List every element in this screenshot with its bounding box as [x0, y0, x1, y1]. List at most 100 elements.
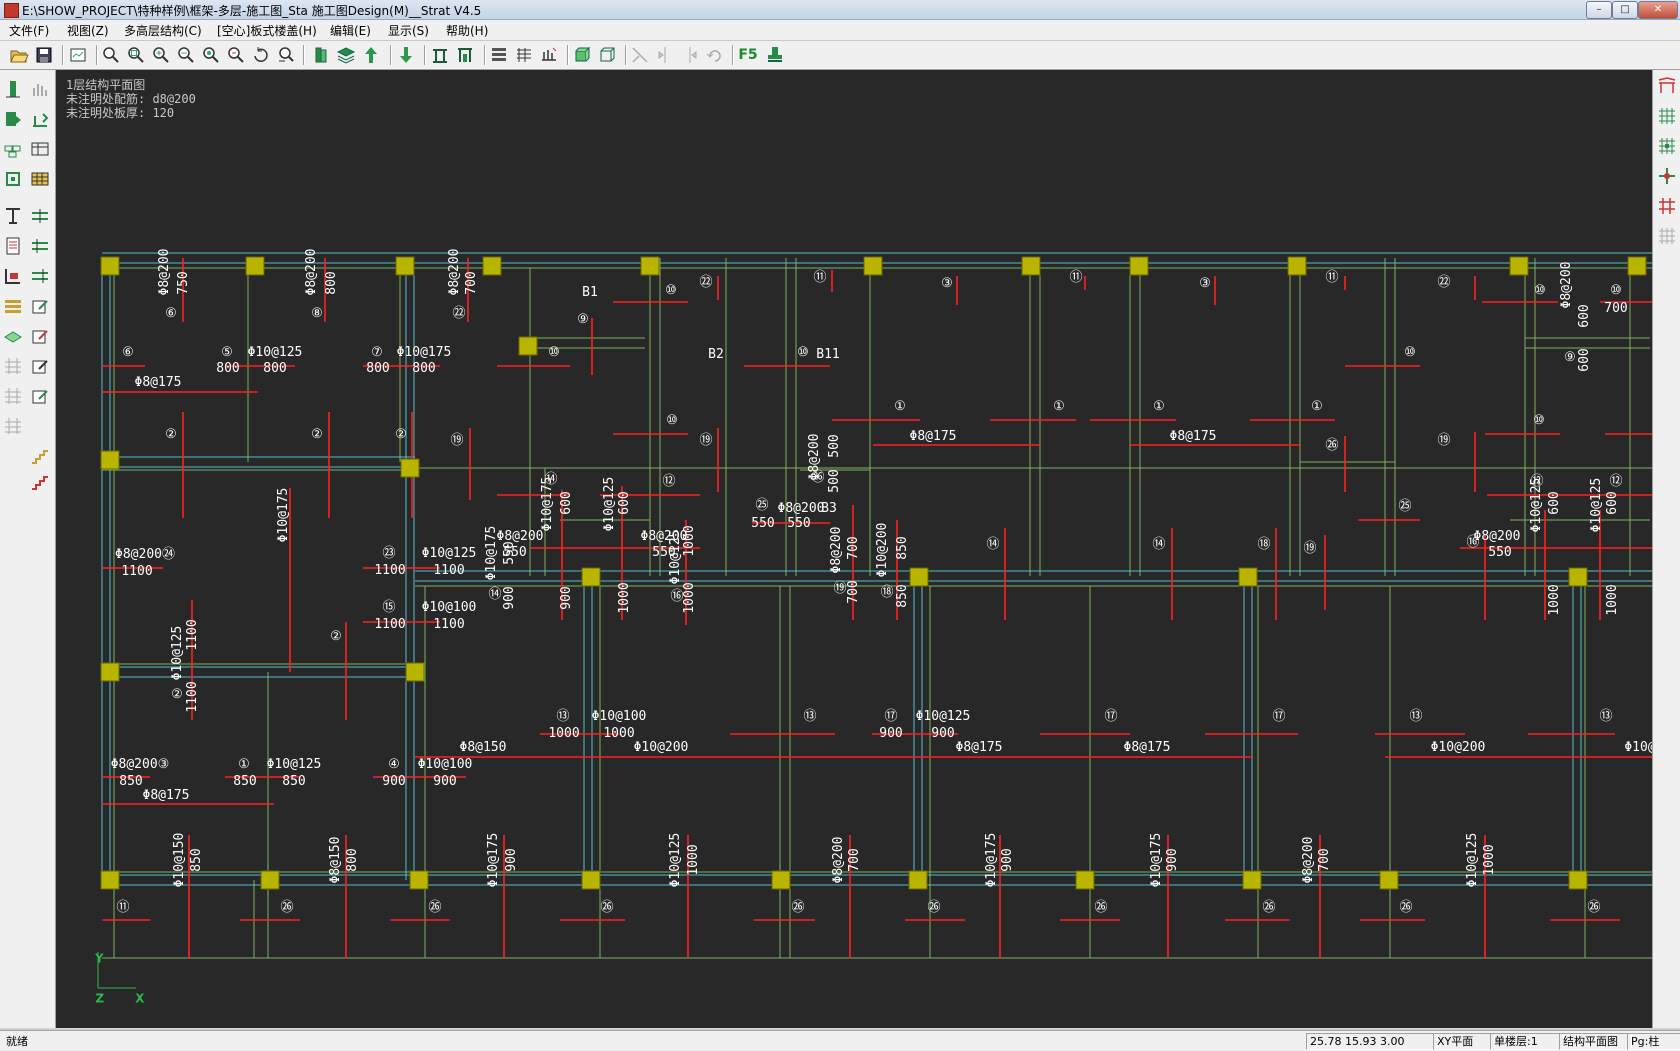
drawing-label: ⑰ [1272, 709, 1285, 724]
wall-tool-icon[interactable] [2, 205, 24, 227]
trim-icon[interactable] [629, 44, 651, 66]
export-tool-icon[interactable] [29, 108, 51, 130]
beam-tool-icon[interactable] [2, 108, 24, 130]
mirror-right-icon[interactable] [679, 44, 701, 66]
column-icon[interactable] [429, 44, 451, 66]
f5-refresh-button[interactable]: F5 [737, 44, 759, 66]
drawing-label: Φ10@175 [984, 833, 999, 888]
maximize-button[interactable]: □ [1612, 1, 1638, 19]
drawing-label: ㉖ [927, 900, 940, 915]
print-preview-icon[interactable] [67, 44, 89, 66]
stairs-tool-icon[interactable] [29, 445, 51, 467]
drawing-label: ③ [1199, 276, 1211, 291]
menu-help[interactable]: 帮助(H) [446, 22, 488, 39]
save-icon[interactable] [33, 44, 55, 66]
drawing-canvas[interactable]: 1层结构平面图 未注明处配筋: d8@200 未注明处板厚: 120 Φ8@20… [56, 70, 1652, 1028]
grid-green-icon[interactable] [1656, 105, 1678, 127]
edit-tool-icon[interactable] [29, 295, 51, 317]
close-button[interactable]: ✕ [1638, 1, 1678, 19]
arrow-down-icon[interactable] [395, 44, 417, 66]
grid-icon[interactable] [513, 44, 535, 66]
status-coords: 25.78 15.93 3.00 [1306, 1033, 1438, 1050]
column [1075, 870, 1095, 890]
zoom-extents-icon[interactable] [200, 44, 222, 66]
floor-tool-icon[interactable] [2, 325, 24, 347]
box-icon[interactable] [571, 44, 593, 66]
drawing-label: 700 [847, 848, 862, 871]
doc-tool-icon[interactable] [2, 235, 24, 257]
mirror-left-icon[interactable] [654, 44, 676, 66]
stairs2-tool-icon[interactable] [29, 471, 51, 493]
drawing-label: 800 [216, 361, 239, 376]
drawing-label: 600 [559, 491, 574, 514]
minimize-button[interactable]: – [1586, 1, 1612, 19]
drawing-label: ⑩ [666, 413, 678, 428]
edit2-tool-icon[interactable] [29, 325, 51, 347]
rebar3-tool-icon[interactable] [29, 265, 51, 287]
rebar-tool-icon[interactable] [29, 205, 51, 227]
menu-slab-floor[interactable]: [空心]板式楼盖(H) [217, 22, 317, 39]
stack-tool-icon[interactable] [2, 295, 24, 317]
load-icon[interactable] [538, 44, 560, 66]
layers-icon[interactable] [335, 44, 357, 66]
drawing-label: 600 [1547, 491, 1562, 514]
drawing-label: Φ8@175 [1170, 429, 1217, 444]
column [1287, 256, 1307, 276]
undo-icon[interactable] [704, 44, 726, 66]
table-tool-icon[interactable] [29, 138, 51, 160]
gridline2-tool-icon[interactable] [2, 385, 24, 407]
drawing-label: Φ10@175 [486, 833, 501, 888]
drawing-label: Φ10@175 [1149, 833, 1164, 888]
column [581, 870, 601, 890]
column [581, 567, 601, 587]
zoom-minus-icon[interactable] [175, 44, 197, 66]
drawing-label: 1000 [617, 582, 632, 613]
menu-display[interactable]: 显示(S) [388, 22, 429, 39]
gridline3-tool-icon[interactable] [2, 415, 24, 437]
node-icon[interactable] [1656, 165, 1678, 187]
grid-green2-icon[interactable] [1656, 135, 1678, 157]
drawing-label: ⑥ [122, 345, 134, 360]
chart-tool-icon[interactable] [29, 78, 51, 100]
section-tool-icon[interactable] [2, 265, 24, 287]
zoom-out-icon[interactable] [100, 44, 122, 66]
drawing-label: 500 [827, 434, 842, 457]
drawing-label: ⑮ [382, 600, 395, 615]
rotate-view-icon[interactable] [250, 44, 272, 66]
zoom-window-icon[interactable] [125, 44, 147, 66]
drawing-label: ㉒ [452, 306, 465, 321]
zoom-previous-icon[interactable] [225, 44, 247, 66]
drawing-label: 1100 [185, 619, 200, 650]
drawing-label: ⑱ [880, 585, 893, 600]
menu-multistorey[interactable]: 多高层结构(C) [124, 22, 202, 39]
edit4-tool-icon[interactable] [29, 385, 51, 407]
grid-red-icon[interactable] [1656, 195, 1678, 217]
model-icon[interactable] [310, 44, 332, 66]
grid-tool-icon[interactable] [29, 168, 51, 190]
drawing-label: ② [171, 687, 183, 702]
cube-icon[interactable] [596, 44, 618, 66]
column [908, 870, 928, 890]
open-icon[interactable] [8, 44, 30, 66]
menu-file[interactable]: 文件(F) [9, 22, 49, 39]
arrow-up-icon[interactable] [360, 44, 382, 66]
menu-view[interactable]: 视图(Z) [67, 22, 109, 39]
drawing-label: 900 [931, 726, 954, 741]
drawing-label: Φ8@150 [460, 740, 507, 755]
slab-stack-icon[interactable] [488, 44, 510, 66]
zoom-realtime-icon[interactable] [275, 44, 297, 66]
drawing-label: ⑫ [1609, 474, 1622, 489]
column-tool-icon[interactable] [2, 78, 24, 100]
edit3-tool-icon[interactable] [29, 355, 51, 377]
grid-gray-icon[interactable] [1656, 225, 1678, 247]
menu-edit[interactable]: 编辑(E) [330, 22, 371, 39]
fit-tool-icon[interactable] [2, 168, 24, 190]
beam-icon[interactable] [454, 44, 476, 66]
slab-tool-icon[interactable] [2, 138, 24, 160]
zoom-in-icon[interactable] [150, 44, 172, 66]
table-red-icon[interactable] [1656, 75, 1678, 97]
stamp-icon[interactable] [764, 44, 786, 66]
gridline-tool-icon[interactable] [2, 355, 24, 377]
rebar2-tool-icon[interactable] [29, 235, 51, 257]
drawing-label: 850 [119, 774, 142, 789]
